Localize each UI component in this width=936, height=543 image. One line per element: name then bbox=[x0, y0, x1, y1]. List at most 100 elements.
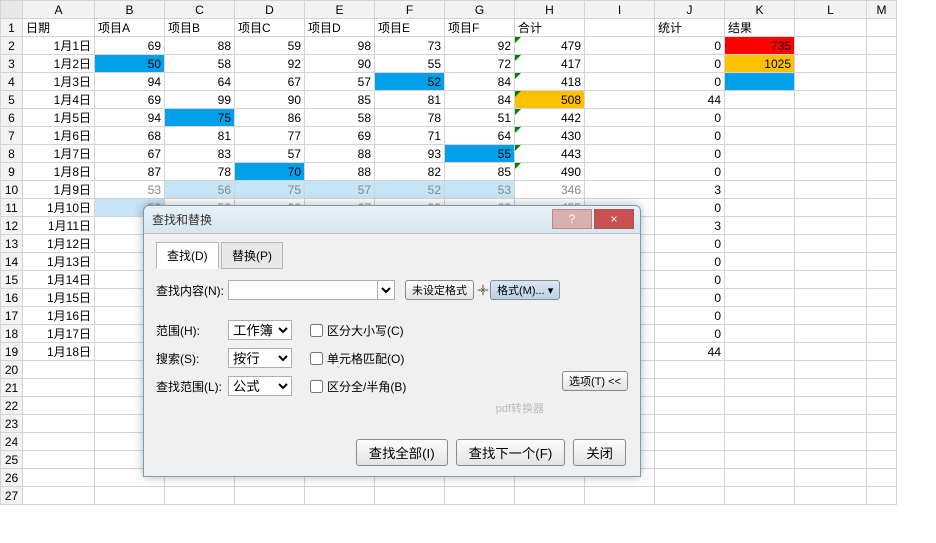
cell[interactable]: 统计 bbox=[655, 19, 725, 37]
cell[interactable] bbox=[725, 289, 795, 307]
cell[interactable]: 83 bbox=[165, 145, 235, 163]
cell[interactable]: 64 bbox=[165, 73, 235, 91]
cell[interactable] bbox=[867, 397, 897, 415]
cell[interactable] bbox=[867, 487, 897, 505]
row-header[interactable]: 18 bbox=[1, 325, 23, 343]
cell[interactable]: 项目D bbox=[305, 19, 375, 37]
cell[interactable]: 1月5日 bbox=[23, 109, 95, 127]
cell[interactable] bbox=[795, 91, 867, 109]
cell[interactable] bbox=[725, 379, 795, 397]
cell[interactable]: 479 bbox=[515, 37, 585, 55]
cell[interactable]: 88 bbox=[165, 37, 235, 55]
cell[interactable] bbox=[795, 343, 867, 361]
cell[interactable]: 结果 bbox=[725, 19, 795, 37]
cell[interactable] bbox=[655, 415, 725, 433]
cell[interactable] bbox=[655, 433, 725, 451]
cell[interactable]: 418 bbox=[515, 73, 585, 91]
cell[interactable] bbox=[867, 379, 897, 397]
select-all-corner[interactable] bbox=[1, 1, 23, 19]
cell[interactable] bbox=[867, 361, 897, 379]
row-header[interactable]: 22 bbox=[1, 397, 23, 415]
row-header[interactable]: 10 bbox=[1, 181, 23, 199]
row-header[interactable]: 13 bbox=[1, 235, 23, 253]
cell[interactable]: 88 bbox=[305, 145, 375, 163]
col-header-C[interactable]: C bbox=[165, 1, 235, 19]
cell[interactable] bbox=[867, 37, 897, 55]
cell[interactable] bbox=[867, 73, 897, 91]
cell[interactable]: 0 bbox=[655, 127, 725, 145]
cell[interactable]: 0 bbox=[655, 253, 725, 271]
format-button[interactable]: 格式(M)... ▾ bbox=[490, 280, 560, 300]
cell[interactable]: 82 bbox=[375, 163, 445, 181]
cell[interactable] bbox=[795, 37, 867, 55]
dialog-titlebar[interactable]: 查找和替换 ? × bbox=[144, 206, 640, 234]
cell[interactable] bbox=[23, 415, 95, 433]
cell[interactable] bbox=[795, 163, 867, 181]
cell[interactable] bbox=[867, 307, 897, 325]
cell[interactable] bbox=[867, 181, 897, 199]
col-header-F[interactable]: F bbox=[375, 1, 445, 19]
cell[interactable]: 64 bbox=[445, 127, 515, 145]
cell[interactable] bbox=[867, 145, 897, 163]
cell[interactable]: 490 bbox=[515, 163, 585, 181]
cell[interactable] bbox=[795, 379, 867, 397]
cell[interactable] bbox=[585, 91, 655, 109]
cell[interactable]: 55 bbox=[445, 145, 515, 163]
cell[interactable]: 44 bbox=[655, 91, 725, 109]
col-header-E[interactable]: E bbox=[305, 1, 375, 19]
cell[interactable] bbox=[585, 73, 655, 91]
row-header[interactable]: 21 bbox=[1, 379, 23, 397]
cell[interactable] bbox=[725, 145, 795, 163]
cell[interactable] bbox=[23, 433, 95, 451]
cell[interactable] bbox=[725, 127, 795, 145]
cell[interactable] bbox=[585, 181, 655, 199]
cell[interactable]: 81 bbox=[375, 91, 445, 109]
cell[interactable] bbox=[725, 109, 795, 127]
cell[interactable] bbox=[23, 361, 95, 379]
cell[interactable]: 52 bbox=[375, 181, 445, 199]
cell[interactable] bbox=[725, 163, 795, 181]
cell[interactable]: 75 bbox=[235, 181, 305, 199]
find-all-button[interactable]: 查找全部(I) bbox=[356, 439, 448, 466]
cell[interactable]: 3 bbox=[655, 181, 725, 199]
cell[interactable]: 92 bbox=[235, 55, 305, 73]
cell[interactable]: 1025 bbox=[725, 55, 795, 73]
cell[interactable]: 1月9日 bbox=[23, 181, 95, 199]
cell[interactable]: 68 bbox=[95, 127, 165, 145]
col-header-M[interactable]: M bbox=[867, 1, 897, 19]
cell[interactable] bbox=[867, 325, 897, 343]
cell[interactable]: 78 bbox=[165, 163, 235, 181]
cell[interactable] bbox=[725, 217, 795, 235]
cell[interactable] bbox=[655, 379, 725, 397]
col-header-B[interactable]: B bbox=[95, 1, 165, 19]
cell[interactable]: 735 bbox=[725, 37, 795, 55]
cell[interactable]: 项目C bbox=[235, 19, 305, 37]
cell[interactable] bbox=[725, 397, 795, 415]
options-toggle-button[interactable]: 选项(T) << bbox=[562, 371, 628, 391]
cell[interactable]: 88 bbox=[305, 163, 375, 181]
cell[interactable] bbox=[795, 73, 867, 91]
match-width-checkbox[interactable] bbox=[310, 380, 323, 393]
cell[interactable] bbox=[867, 19, 897, 37]
cell[interactable] bbox=[867, 289, 897, 307]
cell[interactable]: 67 bbox=[235, 73, 305, 91]
row-header[interactable]: 27 bbox=[1, 487, 23, 505]
cell[interactable]: 0 bbox=[655, 271, 725, 289]
cell[interactable] bbox=[867, 415, 897, 433]
cell[interactable] bbox=[655, 361, 725, 379]
cell[interactable] bbox=[795, 469, 867, 487]
cell[interactable]: 项目A bbox=[95, 19, 165, 37]
cell[interactable]: 417 bbox=[515, 55, 585, 73]
cell[interactable]: 78 bbox=[375, 109, 445, 127]
row-header[interactable]: 14 bbox=[1, 253, 23, 271]
cell[interactable] bbox=[795, 145, 867, 163]
cell[interactable]: 项目F bbox=[445, 19, 515, 37]
cell[interactable] bbox=[165, 487, 235, 505]
cell[interactable]: 69 bbox=[305, 127, 375, 145]
cell[interactable]: 0 bbox=[655, 109, 725, 127]
col-header-I[interactable]: I bbox=[585, 1, 655, 19]
cell[interactable]: 1月12日 bbox=[23, 235, 95, 253]
cell[interactable]: 77 bbox=[235, 127, 305, 145]
cell[interactable]: 53 bbox=[95, 181, 165, 199]
cell[interactable]: 57 bbox=[305, 73, 375, 91]
